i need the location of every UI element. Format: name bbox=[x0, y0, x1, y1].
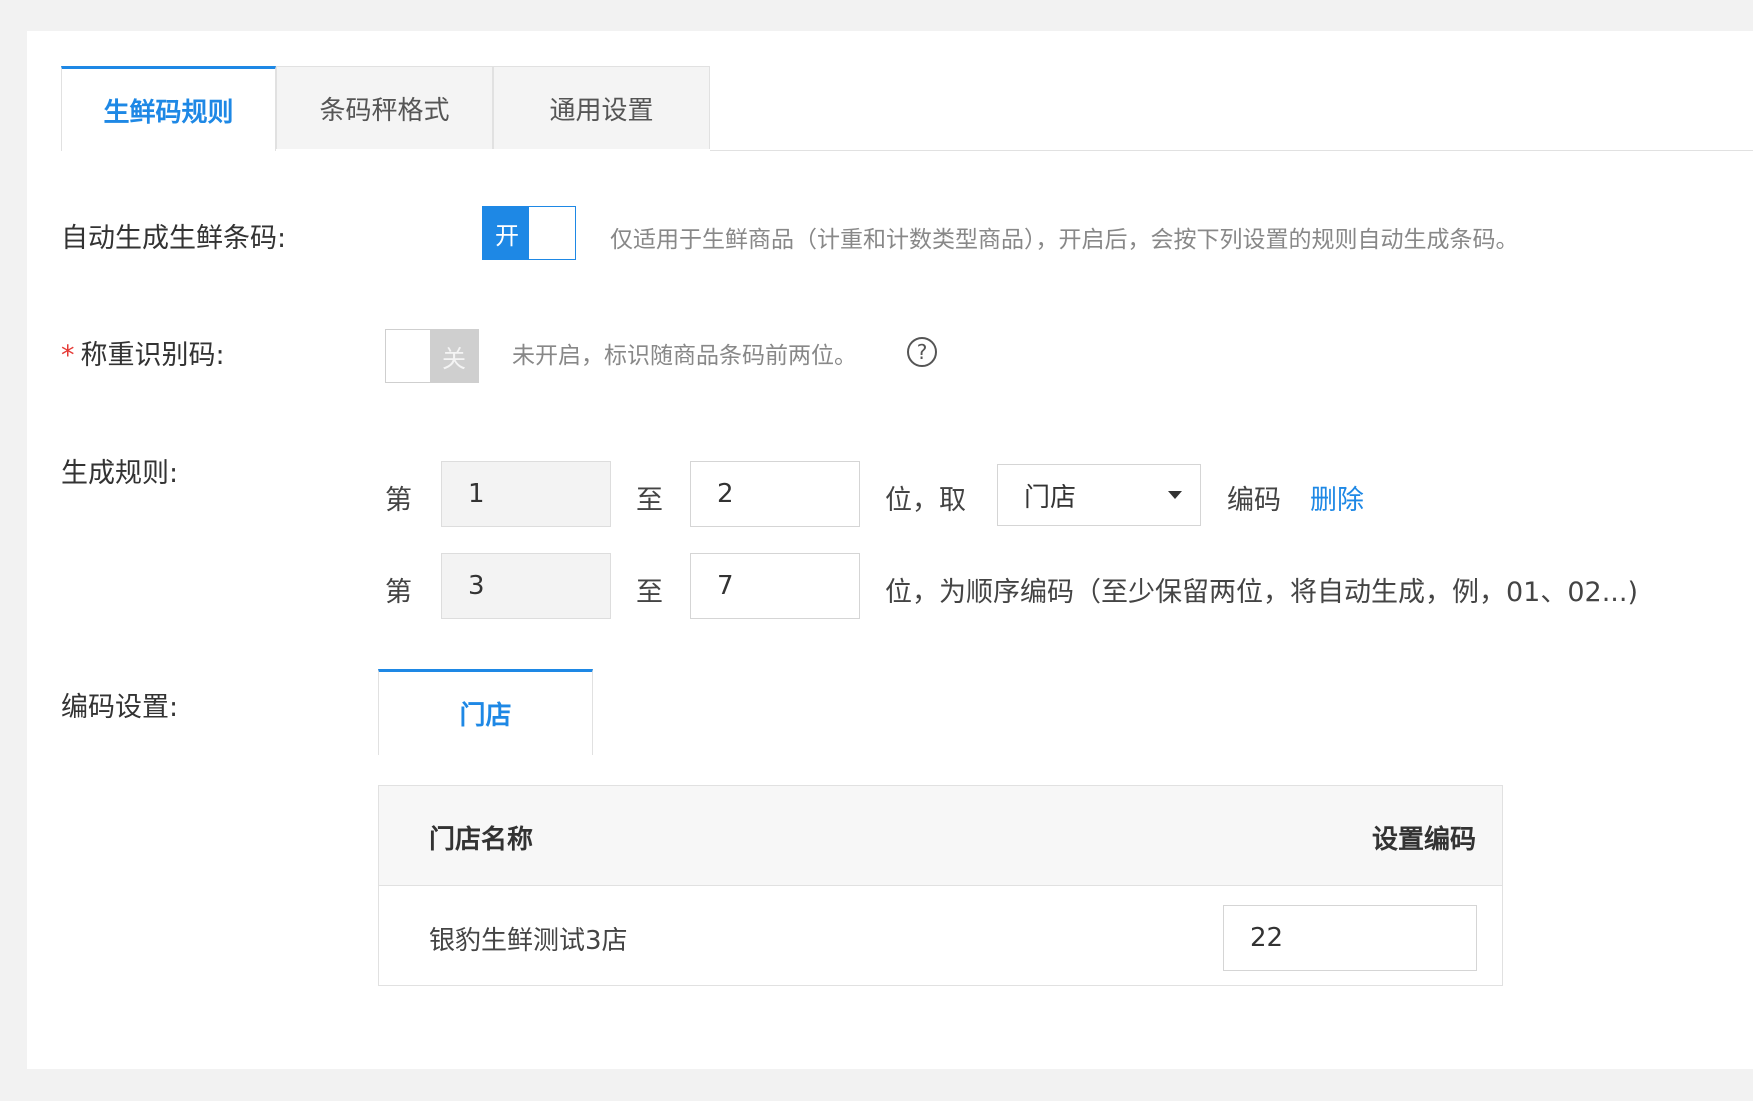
column-header-set-code: 设置编码 bbox=[1371, 825, 1476, 855]
rule-1-code-label: 编码 bbox=[1227, 485, 1281, 516]
table-header: 门店名称 设置编码 bbox=[379, 786, 1502, 886]
rule-1-suffix: 位，取 bbox=[885, 485, 966, 516]
tab-barcode-scale-format[interactable]: 条码秤格式 bbox=[276, 66, 493, 149]
column-header-store-name: 门店名称 bbox=[429, 825, 534, 855]
select-value: 门店 bbox=[1024, 482, 1077, 513]
rule-2-suffix: 位，为顺序编码（至少保留两位，将自动生成，例，01、02...) bbox=[885, 577, 1638, 608]
auto-generate-hint: 仅适用于生鲜商品（计重和计数类型商品），开启后，会按下列设置的规则自动生成条码。 bbox=[610, 227, 1519, 253]
auto-generate-switch[interactable]: 开 bbox=[482, 206, 576, 260]
chevron-down-icon bbox=[1168, 491, 1182, 499]
rule-1-to-label: 至 bbox=[636, 485, 663, 516]
store-code-input[interactable]: 22 bbox=[1223, 905, 1477, 971]
delete-rule-link[interactable]: 删除 bbox=[1310, 478, 1364, 517]
weight-code-switch[interactable]: 关 bbox=[385, 329, 479, 383]
help-icon[interactable]: ? bbox=[907, 337, 937, 367]
required-mark: * bbox=[61, 340, 75, 371]
switch-blank bbox=[386, 330, 432, 382]
weight-code-label-text: 称重识别码: bbox=[80, 340, 225, 371]
rule-1-from-input: 1 bbox=[441, 461, 611, 527]
switch-on-text: 开 bbox=[483, 207, 531, 259]
rule-1-to-input[interactable]: 2 bbox=[690, 461, 860, 527]
switch-blank bbox=[529, 207, 575, 259]
weight-code-hint: 未开启，标识随商品条码前两位。 bbox=[512, 343, 857, 369]
rule-2-to-input[interactable]: 7 bbox=[690, 553, 860, 619]
rule-1-prefix: 第 bbox=[385, 485, 412, 516]
tabs-divider bbox=[710, 150, 1753, 151]
tab-fresh-code-rules[interactable]: 生鲜码规则 bbox=[61, 66, 276, 151]
rule-2-to-label: 至 bbox=[636, 577, 663, 608]
tab-store[interactable]: 门店 bbox=[378, 669, 593, 755]
rule-1-source-select[interactable]: 门店 bbox=[997, 464, 1201, 526]
rule-2-prefix: 第 bbox=[385, 577, 412, 608]
weight-code-label: * 称重识别码: bbox=[61, 333, 225, 372]
auto-generate-label: 自动生成生鲜条码: bbox=[61, 223, 287, 254]
rules-label: 生成规则: bbox=[61, 458, 179, 489]
switch-off-text: 关 bbox=[430, 330, 478, 382]
store-code-table: 门店名称 设置编码 银豹生鲜测试3店 22 bbox=[378, 785, 1503, 986]
code-settings-label: 编码设置: bbox=[61, 692, 179, 723]
tab-general-settings[interactable]: 通用设置 bbox=[493, 66, 710, 149]
rule-2-from-input: 3 bbox=[441, 553, 611, 619]
store-name-cell: 银豹生鲜测试3店 bbox=[429, 926, 628, 956]
